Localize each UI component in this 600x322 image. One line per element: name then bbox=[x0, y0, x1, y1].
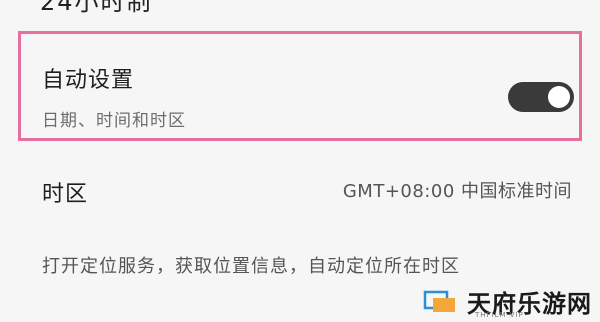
auto-settings-title: 自动设置 bbox=[42, 68, 135, 93]
location-info-text: 打开定位服务，获取位置信息，自动定位所在时区 bbox=[42, 256, 460, 277]
time-zone-value[interactable]: GMT+08:00 中国标准时间 bbox=[343, 177, 572, 203]
watermark-logo-icon bbox=[423, 290, 455, 312]
watermark-sub: THFILM VIP bbox=[475, 311, 524, 319]
watermark: 天府乐游网 THFILM VIP bbox=[415, 282, 595, 322]
auto-settings-toggle[interactable] bbox=[508, 82, 574, 112]
auto-settings-subtitle: 日期、时间和时区 bbox=[42, 111, 186, 131]
time-zone-label[interactable]: 时区 bbox=[42, 176, 88, 208]
top-clipped-text: 24小时制 bbox=[40, 0, 153, 16]
toggle-knob bbox=[548, 86, 570, 108]
